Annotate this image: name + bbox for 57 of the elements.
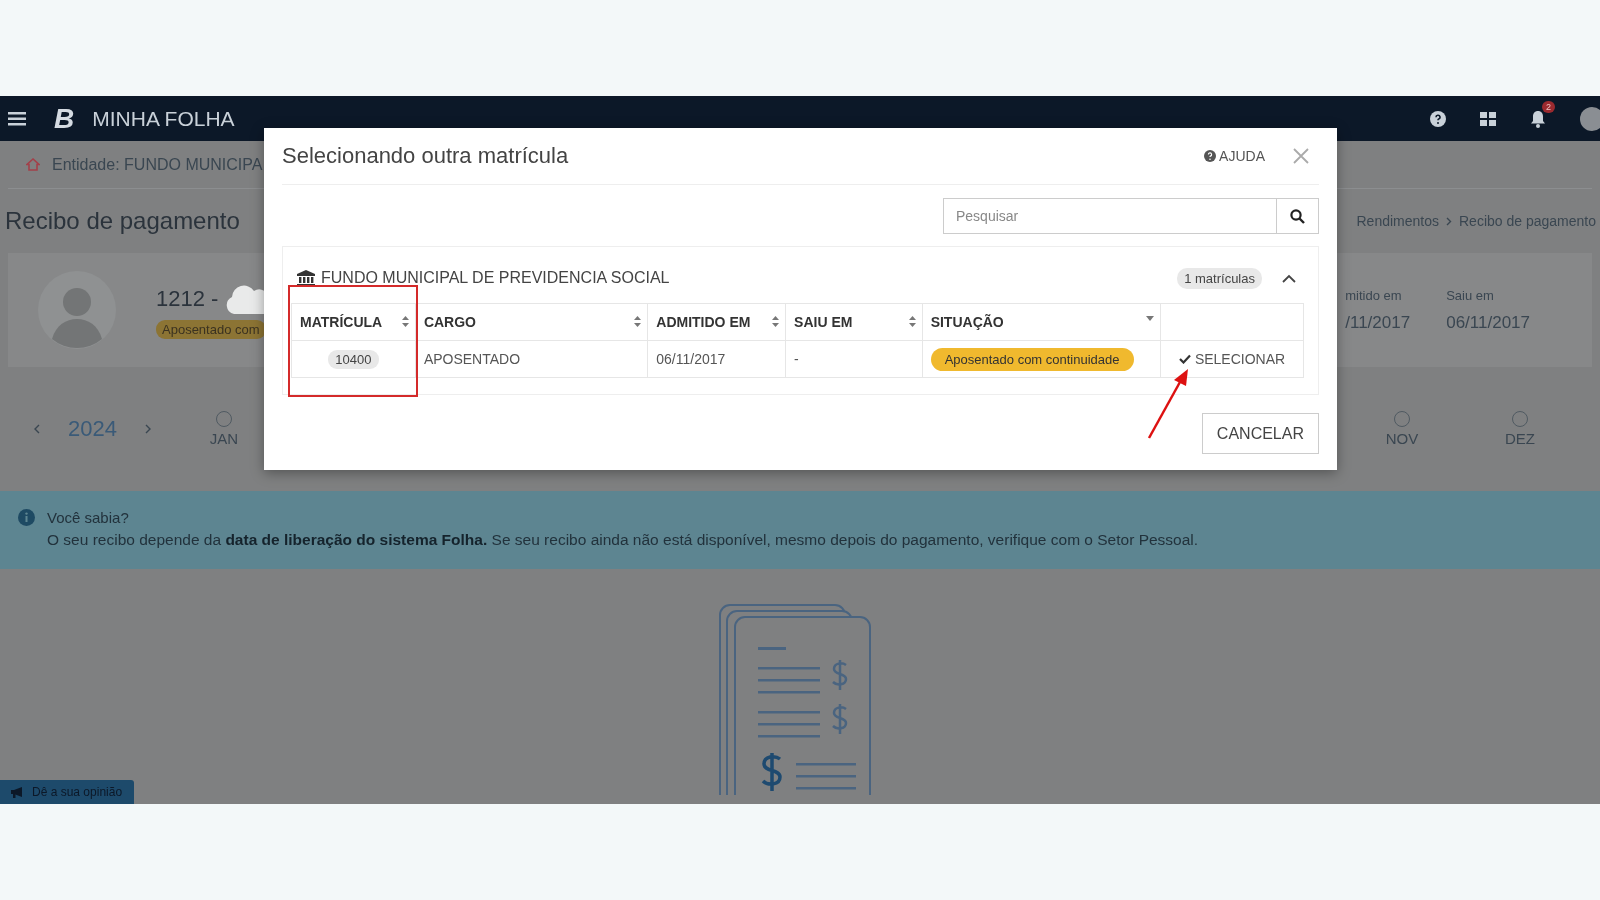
timeline-dot[interactable] <box>216 411 232 427</box>
brand-logo: B <box>54 102 75 135</box>
column-header[interactable]: MATRÍCULA <box>291 303 416 341</box>
table-cell: 06/11/2017 <box>647 340 786 378</box>
search-field[interactable]: Pesquisar <box>943 198 1277 234</box>
table-cell: - <box>785 340 923 378</box>
chevron-icon <box>1446 216 1452 226</box>
menu-icon[interactable] <box>8 111 26 126</box>
table-cell: APOSENTADO <box>415 340 648 378</box>
user-avatar[interactable] <box>1580 106 1600 131</box>
sort-icon <box>908 316 916 327</box>
count-badge: 1 matrículas <box>1177 267 1262 289</box>
status-badge: Aposentado com <box>156 319 266 339</box>
chevron-left-icon[interactable] <box>34 424 40 434</box>
employee-id: 1212 - <box>156 285 219 312</box>
timeline-dot[interactable] <box>1394 411 1410 427</box>
notice-title: Você sabia? <box>47 509 130 526</box>
search-icon <box>1290 208 1305 224</box>
bank-icon <box>297 270 315 286</box>
megaphone-icon <box>10 786 24 798</box>
column-header[interactable]: CARGO <box>415 303 648 341</box>
dialog-title: Selecionando outra matrícula <box>282 143 569 169</box>
info-icon <box>18 509 35 526</box>
chevron-right-icon[interactable] <box>144 424 151 434</box>
cancel-button[interactable]: CANCELAR <box>1201 413 1319 454</box>
field-label: Saiu em <box>1446 287 1495 303</box>
help-icon <box>1204 150 1217 162</box>
help-link[interactable]: AJUDA <box>1204 148 1265 164</box>
column-header[interactable]: SITUAÇÃO <box>922 303 1161 341</box>
page-title: Recibo de pagamento <box>5 207 240 235</box>
id-badge: 10400 <box>328 350 379 369</box>
column-header[interactable]: ADMITIDO EM <box>647 303 786 341</box>
field-value: /11/2017 <box>1345 312 1411 333</box>
help-icon[interactable] <box>1430 110 1446 127</box>
field-value: 06/11/2017 <box>1446 312 1530 333</box>
notification-badge: 2 <box>1542 100 1555 113</box>
sort-icon <box>634 316 642 327</box>
sort-icon <box>772 316 780 327</box>
timeline-dot[interactable] <box>1512 411 1528 427</box>
home-icon <box>26 158 40 171</box>
field-label: mitido em <box>1345 287 1403 303</box>
bell-icon[interactable] <box>1530 109 1546 128</box>
search-button[interactable] <box>1277 198 1319 234</box>
caret-icon <box>1146 316 1155 321</box>
avatar-icon <box>38 271 116 349</box>
entity-label: Entidade: FUNDO MUNICIPA <box>52 155 263 174</box>
sort-icon <box>401 316 409 327</box>
column-header[interactable]: SAIU EM <box>785 303 923 341</box>
status-badge: Aposentado com continuidade <box>930 347 1134 371</box>
notice-text: O seu recibo depende da data de liberação do sistema Folha. Se seu recibo ainda não está disponível, mesmo depois do pagamento, verifique com o Setor Pessoal. <box>47 531 1199 549</box>
year-label: 2024 <box>68 416 117 442</box>
group-name: FUNDO MUNICIPAL DE PREVIDENCIA SOCIAL <box>321 269 670 287</box>
grid-icon[interactable] <box>1480 111 1496 126</box>
app-title: MINHA FOLHA <box>92 106 235 131</box>
chevron-up-icon[interactable] <box>1282 273 1296 283</box>
annotation-arrow <box>1146 368 1190 440</box>
check-icon <box>1178 354 1191 364</box>
